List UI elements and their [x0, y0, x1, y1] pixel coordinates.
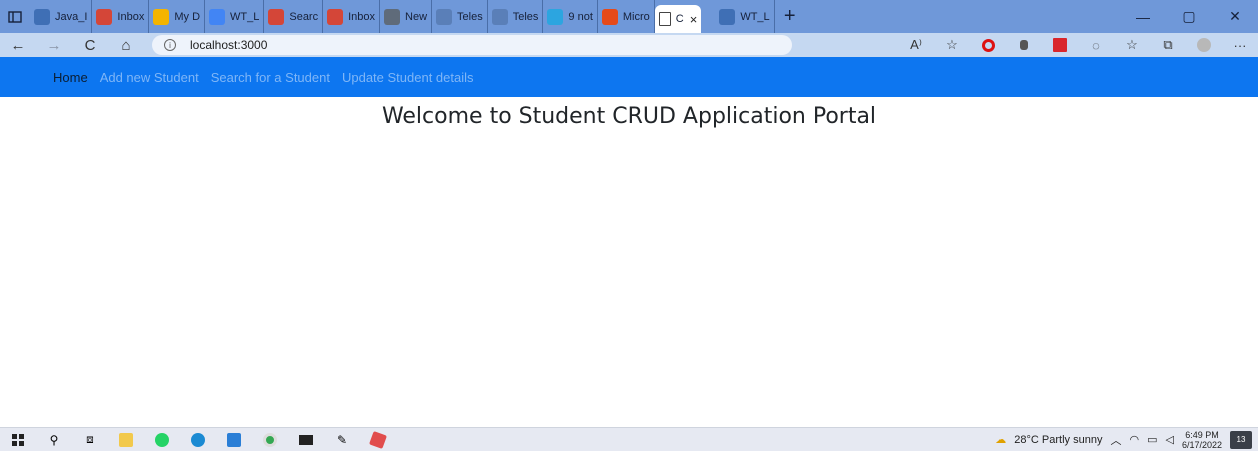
mail-extension-icon[interactable] — [1042, 38, 1078, 52]
maximize-button[interactable]: ▢ — [1166, 0, 1212, 33]
telescope-icon — [491, 8, 508, 25]
snipping-tool-icon[interactable] — [360, 430, 396, 449]
office-icon — [601, 8, 618, 25]
info-icon[interactable]: i — [164, 39, 176, 51]
notification-center-button[interactable]: 13 — [1230, 430, 1252, 449]
tab-label: Java_I — [55, 10, 88, 23]
tab[interactable]: Searc — [264, 0, 324, 33]
close-window-button[interactable]: ✕ — [1212, 0, 1258, 33]
tab-actions-button[interactable] — [0, 0, 30, 33]
tab[interactable]: 9 not — [543, 0, 598, 33]
page-icon — [384, 8, 401, 25]
tab-active-label: C — [675, 13, 684, 25]
url-text: localhost:3000 — [190, 38, 268, 52]
collections-icon[interactable]: ⧉ — [1150, 37, 1186, 53]
extensions-puzzle-icon[interactable]: ◌ — [1078, 38, 1114, 53]
whatsapp-icon[interactable] — [144, 432, 180, 447]
vscode-icon[interactable] — [216, 432, 252, 447]
minimize-button[interactable]: — — [1120, 0, 1166, 33]
nav-link-add-new-student[interactable]: Add new Student — [100, 70, 199, 85]
chrome-icon[interactable] — [252, 432, 288, 447]
read-aloud-icon[interactable]: A⁾ — [898, 37, 934, 53]
tab-wt-l[interactable]: WT_L — [715, 0, 775, 33]
tab-label: Teles — [512, 10, 539, 23]
toolbar-icons: A⁾ ☆ ◌ ☆ ⧉ ··· — [898, 37, 1258, 53]
tab[interactable]: WT_L — [205, 0, 265, 33]
start-button[interactable] — [0, 433, 36, 446]
tab-label: WT_L — [230, 10, 260, 23]
opera-extension-icon[interactable] — [970, 38, 1006, 52]
tab-actions-icon — [8, 10, 22, 23]
tab[interactable]: Teles — [488, 0, 544, 33]
docs-icon — [209, 8, 226, 25]
window-controls: — ▢ ✕ — [1120, 0, 1258, 33]
edge-icon[interactable] — [180, 432, 216, 447]
weather-icon[interactable]: ☁ — [995, 433, 1006, 446]
chevron-up-icon[interactable]: ︿ — [1110, 432, 1121, 448]
volume-icon[interactable]: ◁ — [1165, 433, 1173, 446]
battery-icon[interactable]: ▭ — [1147, 433, 1157, 446]
tab-label: Teles — [457, 10, 483, 23]
wifi-icon[interactable]: ◠ — [1129, 433, 1139, 446]
address-bar[interactable]: i localhost:3000 — [152, 35, 792, 55]
forward-button[interactable]: → — [36, 37, 72, 54]
system-tray: ☁ 28°C Partly sunny ︿ ◠ ▭ ◁ 6:49 PM 6/17… — [995, 430, 1258, 450]
tab-label: New — [405, 10, 428, 23]
clock-time: 6:49 PM — [1185, 429, 1219, 440]
task-view-icon[interactable]: ⧈ — [72, 432, 108, 447]
favorite-add-icon[interactable]: ☆ — [934, 37, 970, 53]
clock[interactable]: 6:49 PM 6/17/2022 — [1182, 430, 1222, 450]
send-icon — [547, 8, 564, 25]
tab[interactable]: Inbox — [92, 0, 150, 33]
page-heading: Welcome to Student CRUD Application Port… — [381, 104, 877, 129]
clock-date: 6/17/2022 — [1181, 439, 1222, 450]
tab[interactable]: Java_I — [30, 0, 93, 33]
back-button[interactable]: ← — [0, 37, 36, 54]
tab-close-icon[interactable]: × — [690, 12, 698, 27]
nav-link-search-for-a-student[interactable]: Search for a Student — [211, 70, 330, 85]
search-icon[interactable]: ⚲ — [36, 433, 72, 447]
weather-text[interactable]: 28°C Partly sunny — [1014, 434, 1102, 446]
gmail-icon — [268, 8, 285, 25]
tab[interactable]: New — [380, 0, 433, 33]
tab-label: WT_L — [740, 10, 770, 23]
home-button[interactable]: ⌂ — [108, 37, 144, 54]
tab-label: Searc — [289, 10, 319, 23]
favorites-icon[interactable]: ☆ — [1114, 37, 1150, 53]
profile-avatar-icon[interactable] — [1186, 38, 1222, 52]
tab-label: 9 not — [568, 10, 593, 23]
nav-link-update-student-details[interactable]: Update Student details — [342, 70, 474, 85]
tab-label: Inbox — [348, 10, 376, 23]
address-toolbar: ← → C ⌂ i localhost:3000 A⁾ ☆ ◌ ☆ ⧉ ··· — [0, 33, 1258, 57]
extension-icon[interactable] — [1006, 40, 1042, 50]
paint-icon[interactable]: ✎ — [324, 433, 360, 447]
document-icon — [719, 8, 736, 25]
tab-active[interactable]: C × — [654, 5, 702, 33]
tab[interactable]: My D — [149, 0, 206, 33]
document-icon — [34, 8, 50, 25]
browser-tab-strip: Java_I Inbox My D WT_L Searc Inbox New Teles Tel… — [0, 0, 1258, 33]
more-menu-button[interactable]: ··· — [1222, 38, 1258, 53]
windows-taskbar: ⚲ ⧈ ✎ ☁ 28°C Partly sunny ︿ ◠ ▭ ◁ 6:49 P… — [0, 427, 1258, 451]
notification-count: 13 — [1236, 435, 1246, 444]
tab-label: My D — [174, 10, 201, 23]
tab-label: Inbox — [117, 10, 145, 23]
telescope-icon — [436, 8, 453, 25]
file-explorer-icon[interactable] — [108, 432, 144, 447]
tab[interactable]: Micro — [598, 0, 655, 33]
page-icon — [658, 12, 671, 26]
app-navbar: Home Add new Student Search for a Student U… — [0, 57, 1258, 97]
tab[interactable]: Teles — [432, 0, 488, 33]
gmail-icon — [327, 8, 344, 25]
new-tab-button[interactable]: + — [775, 5, 805, 28]
tab-label: Micro — [622, 10, 650, 23]
windows-logo-icon — [12, 433, 24, 446]
gmail-icon — [96, 8, 113, 25]
tab[interactable]: Inbox — [323, 0, 381, 33]
terminal-icon[interactable] — [288, 434, 324, 445]
refresh-button[interactable]: C — [72, 37, 108, 54]
drive-icon — [153, 8, 170, 25]
nav-link-home[interactable]: Home — [53, 70, 88, 85]
